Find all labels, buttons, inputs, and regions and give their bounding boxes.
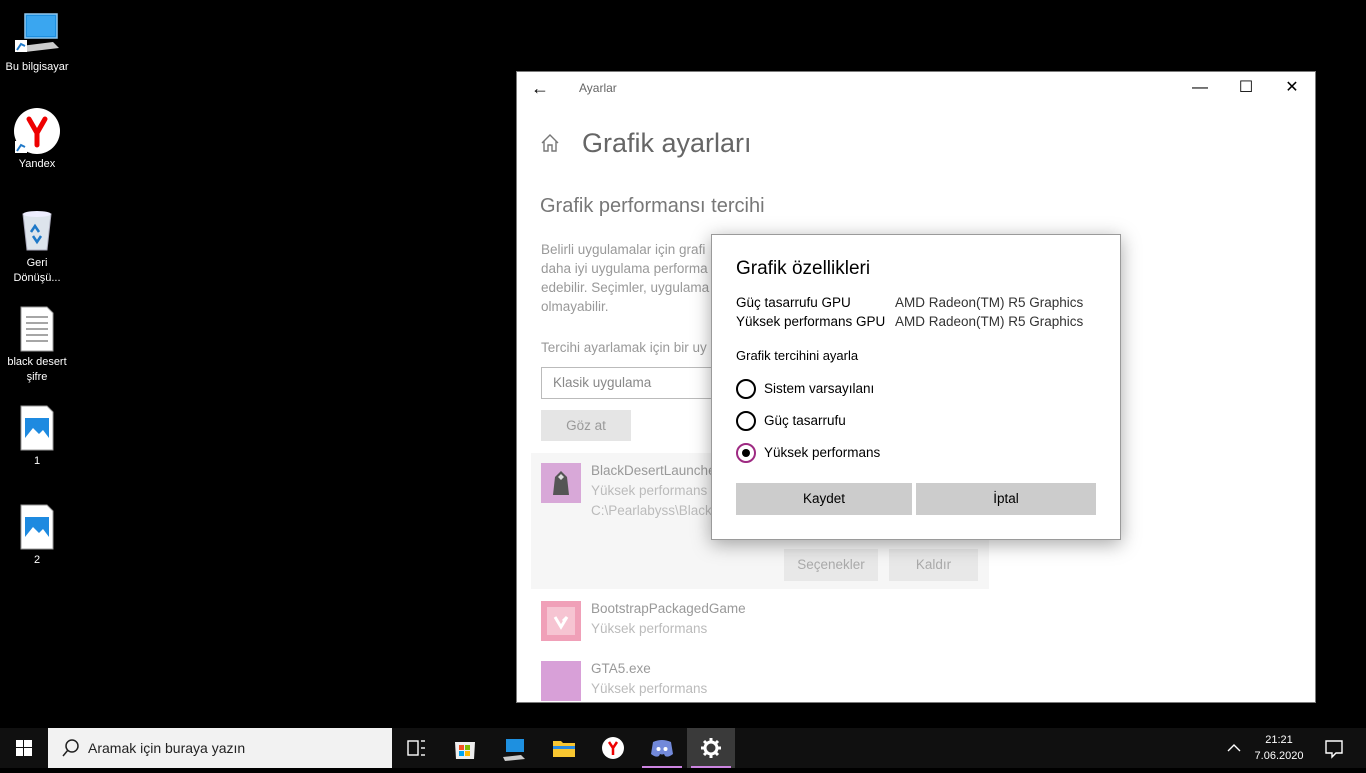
action-center-button[interactable] — [1316, 728, 1352, 768]
high-performance-gpu-value: AMD Radeon(TM) R5 Graphics — [895, 314, 1084, 329]
set-preference-label: Grafik tercihini ayarla — [736, 348, 859, 363]
desktop-icon-label: Geri Dönüşü... — [13, 257, 61, 284]
clock-date: 7.06.2020 — [1254, 750, 1304, 762]
description-line: olmayabilir. — [541, 299, 609, 314]
search-icon — [61, 738, 81, 758]
choose-app-label: Tercihi ayarlamak için bir uy — [541, 340, 707, 355]
minimize-button[interactable]: — — [1177, 72, 1223, 104]
image-file-icon — [13, 404, 61, 452]
clock-time: 21:21 — [1265, 734, 1293, 746]
image-file-icon — [13, 503, 61, 551]
radio-high-performance[interactable]: Yüksek performans — [736, 442, 1036, 464]
desktop: Bu bilgisayar Yandex Geri Dönüşü... blac… — [0, 0, 1366, 728]
close-button[interactable]: ✕ — [1269, 72, 1315, 104]
graphics-properties-dialog: Grafik özellikleri Güç tasarrufu GPU AMD… — [711, 234, 1121, 540]
window-title: Ayarlar — [579, 81, 617, 95]
yandex-icon — [13, 107, 61, 155]
app-item-gta5[interactable]: GTA5.exe Yüksek performans — [541, 661, 961, 702]
desktop-icon-label: Yandex — [18, 158, 56, 170]
taskbar-file-explorer[interactable] — [540, 728, 588, 768]
app-preference: Yüksek performans — [591, 483, 708, 498]
blackdesert-app-icon — [541, 463, 581, 503]
gta5-app-icon — [541, 661, 581, 701]
desktop-icon-yandex[interactable]: Yandex — [0, 107, 74, 172]
text-file-icon — [13, 305, 61, 353]
power-saving-gpu-value: AMD Radeon(TM) R5 Graphics — [895, 295, 1084, 310]
recycle-bin-icon — [13, 206, 61, 254]
desktop-icon-image-1[interactable]: 1 — [0, 404, 74, 469]
app-name: BlackDesertLaunche — [591, 463, 715, 478]
taskbar-discord[interactable] — [638, 728, 686, 768]
radio-circle[interactable] — [736, 379, 756, 399]
description-line: edebilir. Seçimler, uygulama — [541, 280, 710, 295]
store-icon — [455, 742, 475, 759]
desktop-icon-text-file[interactable]: black desert şifre — [0, 305, 74, 385]
app-type-select[interactable]: Klasik uygulama — [541, 367, 721, 399]
app-path: C:\Pearlabyss\Black — [591, 503, 712, 518]
back-button[interactable]: ← — [527, 76, 553, 100]
yandex-icon — [602, 737, 624, 759]
radio-system-default[interactable]: Sistem varsayılanı — [736, 378, 1036, 400]
search-placeholder: Aramak için buraya yazın — [88, 740, 246, 756]
task-view-button[interactable] — [392, 728, 440, 768]
save-button[interactable]: Kaydet — [736, 483, 912, 515]
remove-button[interactable]: Kaldır — [889, 549, 978, 581]
system-clock[interactable]: 21:21 7.06.2020 — [1244, 732, 1314, 764]
task-view-icon — [407, 740, 425, 756]
desktop-icon-label: black desert şifre — [7, 356, 67, 383]
desktop-icon-image-2[interactable]: 2 — [0, 503, 74, 568]
maximize-button[interactable]: ☐ — [1223, 72, 1269, 104]
computer-icon — [503, 739, 525, 761]
section-title: Grafik performansı tercihi — [540, 195, 765, 217]
folder-icon — [553, 741, 575, 757]
radio-dot — [742, 449, 750, 457]
taskbar-pc[interactable] — [490, 728, 538, 768]
taskbar-settings[interactable] — [687, 728, 735, 768]
taskbar-search[interactable]: Aramak için buraya yazın — [48, 728, 392, 768]
dialog-title: Grafik özellikleri — [736, 258, 871, 279]
radio-label: Yüksek performans — [764, 445, 881, 460]
description-line: Belirli uygulamalar için grafi — [541, 242, 706, 257]
taskbar-store[interactable] — [441, 728, 489, 768]
radio-circle[interactable] — [736, 411, 756, 431]
radio-circle-selected[interactable] — [736, 443, 756, 463]
title-bar: ← Ayarlar — ☐ ✕ — [517, 72, 1315, 104]
bootstrap-app-icon — [541, 601, 581, 641]
windows-icon — [16, 740, 32, 756]
power-saving-gpu-label: Güç tasarrufu GPU — [736, 295, 851, 310]
notification-icon — [1325, 740, 1343, 759]
description: Belirli uygulamalar için grafi daha iyi … — [541, 240, 721, 316]
app-preference: Yüksek performans — [591, 621, 708, 636]
browse-button[interactable]: Göz at — [541, 410, 631, 441]
gear-icon — [701, 738, 721, 758]
taskbar: Aramak için buraya yazın 21:21 7.06.2020 — [0, 728, 1366, 768]
desktop-icon-label: 1 — [33, 455, 41, 467]
app-preference: Yüksek performans — [591, 681, 708, 696]
desktop-icon-recycle-bin[interactable]: Geri Dönüşü... — [0, 206, 74, 286]
computer-icon — [13, 10, 61, 58]
desktop-icon-label: 2 — [33, 554, 41, 566]
description-line: daha iyi uygulama performa — [541, 261, 708, 276]
options-button[interactable]: Seçenekler — [784, 549, 878, 581]
taskbar-yandex[interactable] — [589, 728, 637, 768]
app-name: GTA5.exe — [591, 661, 651, 676]
page-title: Grafik ayarları — [582, 128, 752, 158]
radio-label: Güç tasarrufu — [764, 413, 846, 428]
radio-label: Sistem varsayılanı — [764, 381, 875, 396]
app-item-bootstrap[interactable]: BootstrapPackagedGame Yüksek performans — [541, 601, 961, 657]
high-performance-gpu-label: Yüksek performans GPU — [736, 314, 886, 329]
app-name: BootstrapPackagedGame — [591, 601, 746, 616]
home-icon[interactable] — [539, 132, 563, 156]
cancel-button[interactable]: İptal — [916, 483, 1096, 515]
start-button[interactable] — [0, 728, 48, 768]
radio-power-saving[interactable]: Güç tasarrufu — [736, 410, 1036, 432]
discord-icon — [651, 740, 673, 757]
desktop-icon-label: Bu bilgisayar — [5, 61, 69, 73]
desktop-icon-this-pc[interactable]: Bu bilgisayar — [0, 10, 74, 75]
